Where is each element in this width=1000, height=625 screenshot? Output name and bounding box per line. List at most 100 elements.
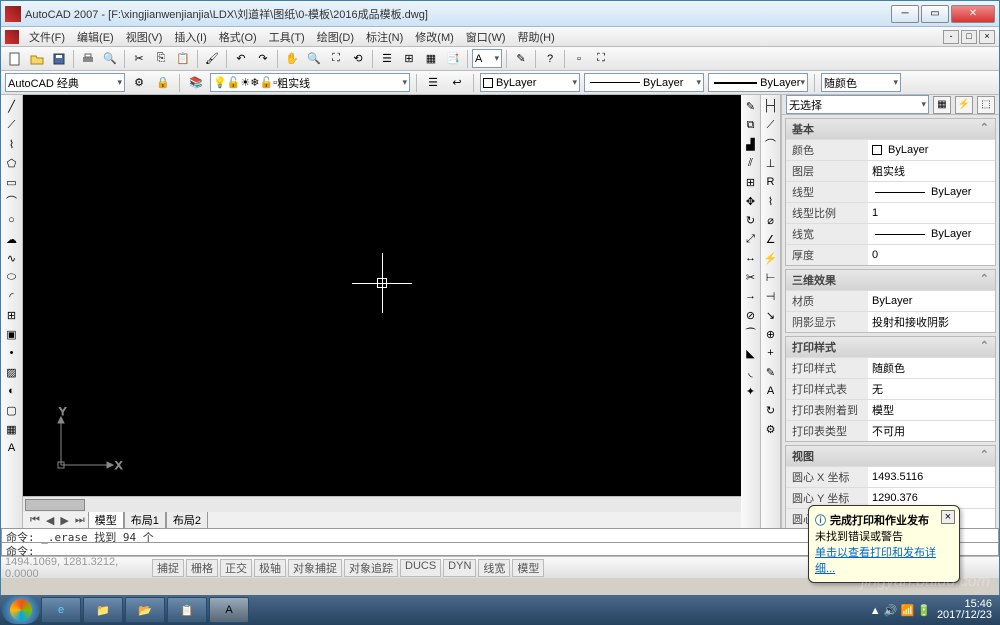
fillet-icon[interactable]: ◟ [742,363,760,381]
copy-icon[interactable]: ⎘ [151,49,171,69]
selection-combo[interactable]: 无选择▾ [786,95,929,114]
tab-layout1[interactable]: 布局1 [124,512,166,529]
dim-jogged-icon[interactable]: ⌇ [762,192,780,210]
tray-icons[interactable]: ▲ 🔊 📶 🔋 [870,604,931,617]
menu-tools[interactable]: 工具(T) [263,29,311,45]
taskbar-autocad-icon[interactable]: A [209,597,249,623]
status-正交[interactable]: 正交 [220,559,252,577]
prop-row[interactable]: 线宽ByLayer [786,223,995,244]
status-模型[interactable]: 模型 [512,559,544,577]
status-对象追踪[interactable]: 对象追踪 [344,559,398,577]
mtext-icon[interactable]: A [3,439,21,457]
coordinate-display[interactable]: 1494.1069, 1281.3212, 0.0000 [1,556,151,580]
trim-icon[interactable]: ✂ [742,268,760,286]
layer-states-icon[interactable]: ☰ [423,73,443,93]
prop-row[interactable]: 颜色ByLayer [786,139,995,160]
status-DUCS[interactable]: DUCS [400,559,441,577]
menu-insert[interactable]: 插入(I) [168,29,212,45]
block-editor-icon[interactable]: ✎ [511,49,531,69]
menu-draw[interactable]: 绘图(D) [311,29,360,45]
array-icon[interactable]: ⊞ [742,173,760,191]
dim-ordinate-icon[interactable]: ⊥ [762,154,780,172]
new-icon[interactable] [5,49,25,69]
break-icon[interactable]: ⊘ [742,306,760,324]
lineweight-combo[interactable]: ByLayer▾ [708,73,808,92]
prop-row[interactable]: 圆心 X 坐标1493.5116 [786,466,995,487]
prop-row[interactable]: 打印表附着到模型 [786,399,995,420]
save-icon[interactable] [49,49,69,69]
taskbar-folder-icon[interactable]: 📂 [125,597,165,623]
prop-section-header[interactable]: 打印样式⌃ [786,337,995,357]
paste-icon[interactable]: 📋 [173,49,193,69]
zoom-previous-icon[interactable]: ⟲ [348,49,368,69]
taskbar-app-icon[interactable]: 📋 [167,597,207,623]
make-block-icon[interactable]: ▣ [3,325,21,343]
revcloud-icon[interactable]: ☁ [3,230,21,248]
pline-icon[interactable]: ⌇ [3,135,21,153]
maximize-button[interactable]: ▭ [921,5,949,23]
dim-diameter-icon[interactable]: ⌀ [762,211,780,229]
open-icon[interactable] [27,49,47,69]
spline-icon[interactable]: ∿ [3,249,21,267]
tool-palettes-icon[interactable]: ▦ [421,49,441,69]
hatch-icon[interactable]: ▨ [3,363,21,381]
mdi-minimize-button[interactable]: - [943,30,959,44]
dim-style-icon[interactable]: ⚙ [762,420,780,438]
dim-edit-icon[interactable]: ✎ [762,363,780,381]
prop-section-header[interactable]: 基本⌃ [786,119,995,139]
scale-icon[interactable]: ⤢ [742,230,760,248]
properties-icon[interactable]: ☰ [377,49,397,69]
insert-block-icon[interactable]: ⊞ [3,306,21,324]
dim-baseline-icon[interactable]: ⊢ [762,268,780,286]
pan-icon[interactable]: ✋ [282,49,302,69]
text-style-combo[interactable]: A▾ [472,49,502,68]
prop-row[interactable]: 阴影显示投射和接收阴影 [786,311,995,332]
region-icon[interactable]: ▢ [3,401,21,419]
status-栅格[interactable]: 栅格 [186,559,218,577]
balloon-close-button[interactable]: × [941,510,955,524]
prop-row[interactable]: 线型ByLayer [786,181,995,202]
balloon-link[interactable]: 单击以查看打印和发布详细... [815,547,936,575]
menu-dimension[interactable]: 标注(N) [360,29,409,45]
copy-obj-icon[interactable]: ⧉ [742,116,760,134]
quick-select-icon[interactable]: ⚡ [955,96,973,114]
taskbar-ie-icon[interactable]: e [41,597,81,623]
print-icon[interactable] [78,49,98,69]
dim-angular-icon[interactable]: ∠ [762,230,780,248]
layer-manager-icon[interactable]: 📚 [186,73,206,93]
menu-file[interactable]: 文件(F) [23,29,71,45]
prop-row[interactable]: 打印表类型不可用 [786,420,995,441]
status-线宽[interactable]: 线宽 [478,559,510,577]
color-combo[interactable]: ByLayer▾ [480,73,580,92]
menu-help[interactable]: 帮助(H) [512,29,561,45]
linetype-combo[interactable]: ByLayer▾ [584,73,704,92]
toggle-pim-icon[interactable]: ▦ [933,96,951,114]
select-objects-icon[interactable]: ⬚ [977,96,995,114]
circle-icon[interactable]: ○ [3,211,21,229]
design-center-icon[interactable]: ⊞ [399,49,419,69]
dim-linear-icon[interactable]: ├┤ [762,97,780,115]
help-icon[interactable]: ? [540,49,560,69]
mdi-close-button[interactable]: × [979,30,995,44]
minimize-button[interactable]: ─ [891,5,919,23]
prop-row[interactable]: 图层粗实线 [786,160,995,181]
dim-leader-icon[interactable]: ↘ [762,306,780,324]
tab-nav-first[interactable]: ⏮ [27,514,43,527]
layer-combo[interactable]: 💡🔓☀❄🔓▫ 粗实线▾ [210,73,410,92]
workspace-settings-icon[interactable]: ⚙ [129,73,149,93]
xline-icon[interactable]: ⟋ [3,116,21,134]
start-button[interactable] [2,596,40,624]
prop-section-header[interactable]: 视图⌃ [786,446,995,466]
drawing-canvas[interactable]: Y X [23,95,741,496]
prop-row[interactable]: 厚度0 [786,244,995,265]
menu-format[interactable]: 格式(O) [213,29,263,45]
arc-icon[interactable]: ⌒ [3,192,21,210]
tab-nav-last[interactable]: ⏭ [72,514,88,527]
plotstyle-combo[interactable]: 随颜色▾ [821,73,901,92]
center-mark-icon[interactable]: + [762,344,780,362]
zoom-realtime-icon[interactable]: 🔍 [304,49,324,69]
menu-view[interactable]: 视图(V) [120,29,169,45]
prop-row[interactable]: 线型比例1 [786,202,995,223]
clock[interactable]: 15:462017/12/23 [937,599,992,621]
dim-tedit-icon[interactable]: A [762,382,780,400]
